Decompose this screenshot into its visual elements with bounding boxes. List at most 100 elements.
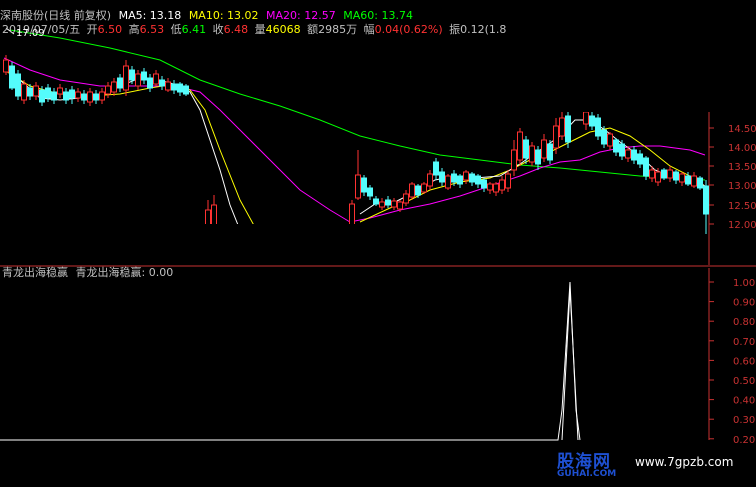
candle-body [451, 173, 457, 183]
price-tick-label: 13.00 [728, 181, 756, 192]
indicator-tick-label: 1.00 [733, 278, 755, 289]
candle-body [643, 157, 649, 177]
candle-body [673, 171, 679, 181]
watermark-url: www.7gpzb.com [635, 455, 734, 469]
candle-body [361, 177, 367, 193]
candle-body [619, 143, 625, 157]
indicator-tick-label: 0.30 [733, 415, 755, 426]
high-marker-label: 17.09 [16, 28, 45, 39]
amp-value: 0.12(1.8 [460, 23, 507, 36]
candle-body [475, 175, 481, 185]
candle-body [661, 169, 667, 179]
indicator-name: 青龙出海稳赢 [2, 266, 68, 279]
candle-body [177, 83, 183, 93]
amp-label: 振 [449, 23, 461, 36]
amp-group: 振0.12(1.8 [449, 23, 506, 36]
low-value: 6.41 [181, 23, 207, 36]
candle-body [397, 201, 403, 210]
candle-body [481, 179, 487, 189]
candle-body [457, 175, 463, 185]
candle-body [153, 73, 159, 85]
candle-body [439, 171, 445, 183]
low-group: 低6.41 [171, 23, 207, 36]
candle-body [33, 85, 39, 97]
candle-body [403, 193, 409, 204]
open-group: 开6.50 [87, 23, 123, 36]
candle-body [3, 59, 9, 73]
candle-body [171, 83, 177, 91]
price-tick-label: 12.00 [728, 220, 756, 231]
candle-body [601, 129, 607, 145]
candle-body [373, 198, 379, 205]
candle-body [547, 143, 553, 161]
candle-body [183, 85, 189, 95]
vol-label: 量 [254, 23, 266, 36]
candle-body [541, 139, 547, 159]
candle-body [511, 149, 517, 171]
kline-chart[interactable]: 14.50 14.00 13.50 13.00 12.50 12.00 1.00 0.90 0… [0, 0, 756, 487]
candle-body [691, 175, 697, 187]
candle-body [99, 91, 105, 101]
candle-body [463, 171, 469, 181]
candle-body [535, 149, 541, 165]
change-value: 0.04(0.62%) [374, 23, 443, 36]
candle-body [703, 185, 709, 215]
indicator-tick-label: 0.90 [733, 298, 755, 309]
candle-body [45, 87, 51, 99]
change-label: 幅 [363, 23, 375, 36]
candle-body [553, 125, 559, 149]
amount-value: 2985万 [318, 23, 358, 36]
indicator-line [0, 281, 581, 441]
candle-body [697, 177, 703, 189]
candle-body [391, 200, 397, 208]
high-group: 高6.53 [129, 23, 165, 36]
candle-body [529, 145, 535, 163]
vol-value: 46068 [265, 23, 301, 36]
candle-body [469, 173, 475, 183]
candle-body [565, 115, 571, 143]
indicator-value: 青龙出海稳赢: 0.00 [75, 266, 174, 279]
candle-body [123, 65, 129, 91]
candle-body [159, 79, 165, 87]
close-label: 收 [212, 23, 224, 36]
change-group: 幅0.04(0.62%) [364, 23, 443, 36]
quote-bar: 2019/07/05/五 开6.50 高6.53 低6.41 收6.48 量46… [2, 22, 509, 38]
candle-body [655, 171, 661, 183]
candle-body [111, 81, 117, 93]
candle-body [583, 111, 589, 125]
ma10-label: MA10: 13.02 [188, 9, 259, 22]
candle-body [39, 89, 45, 103]
vol-group: 量46068 [255, 23, 301, 36]
candle-body [667, 169, 673, 179]
candle-body [493, 183, 499, 193]
candle-body [117, 77, 123, 89]
candle-body [75, 91, 81, 99]
candle-body [427, 173, 433, 187]
price-tick-label: 14.50 [728, 124, 756, 135]
candle-body [355, 174, 361, 199]
candle-body [607, 133, 613, 147]
high-value: 6.53 [139, 23, 165, 36]
open-value: 6.50 [97, 23, 123, 36]
occluding-block-top [428, 0, 756, 112]
occluding-block-mid [190, 224, 566, 264]
candle-body [63, 91, 69, 101]
candle-body [15, 73, 21, 97]
ma5-label: MA5: 13.18 [118, 9, 182, 22]
candle-body [517, 131, 523, 161]
candle-body [595, 117, 601, 137]
candle-body [679, 173, 685, 183]
candle-body [57, 87, 63, 95]
candle-body [415, 185, 421, 196]
watermark: 股海网 GUHAI.COM www.7gpzb.com [553, 445, 756, 487]
indicator-tick-label: 0.40 [733, 396, 755, 407]
ma20-label: MA20: 12.57 [266, 9, 336, 22]
candle-body [51, 91, 57, 101]
candle-body [27, 87, 33, 97]
candle-body [625, 149, 631, 159]
close-value: 6.48 [223, 23, 249, 36]
candle-body [631, 149, 637, 161]
candle-body [135, 73, 141, 87]
candle-body [433, 161, 439, 176]
price-tick-label: 14.00 [728, 143, 756, 154]
